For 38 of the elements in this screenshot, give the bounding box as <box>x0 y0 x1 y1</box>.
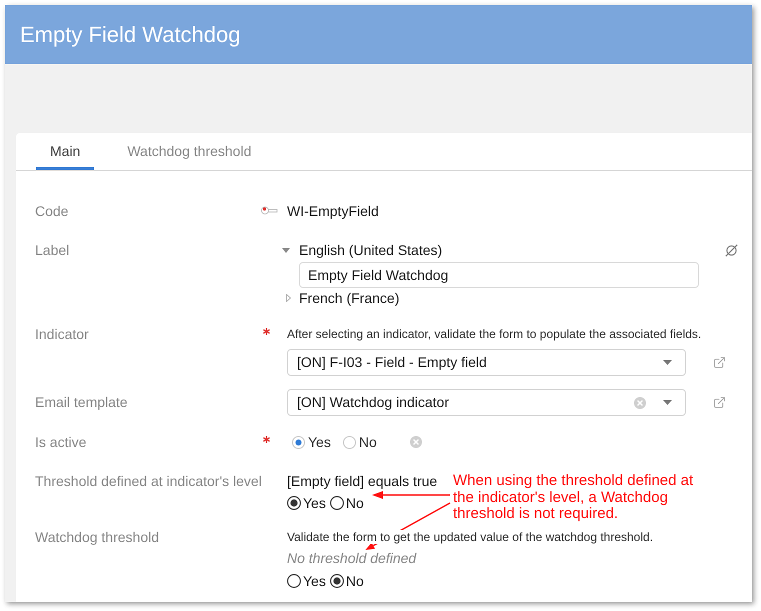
radio-icon[interactable] <box>287 496 301 510</box>
field-label: Threshold defined at indicator's level <box>35 472 262 491</box>
caret-right-icon[interactable] <box>286 294 291 302</box>
radio-option[interactable]: No <box>330 493 364 513</box>
select-field[interactable]: [ON] Watchdog indicator <box>287 389 686 416</box>
empty-set-icon[interactable] <box>725 244 738 257</box>
radio-option[interactable]: Yes <box>292 432 331 452</box>
help-text: Validate the form to get the updated value of the watchdog threshold. <box>287 530 654 544</box>
language-toggle[interactable]: French (France) <box>282 288 400 308</box>
empty-threshold-text: No threshold defined <box>287 551 416 566</box>
field-label: Code <box>35 202 68 221</box>
caret-down-icon[interactable] <box>663 400 672 405</box>
tab[interactable]: Main <box>36 133 94 170</box>
radio-option[interactable]: Yes <box>287 493 326 513</box>
caret-down-icon[interactable] <box>663 360 672 365</box>
help-text: After selecting an indicator, validate the form to populate the associated fields. <box>287 326 702 343</box>
radio-icon[interactable] <box>330 496 344 510</box>
key-icon <box>261 206 278 215</box>
window-title: Empty Field Watchdog <box>20 20 240 48</box>
field-label: Watchdog threshold <box>35 528 159 547</box>
radio-icon[interactable] <box>287 574 301 588</box>
radio-icon[interactable] <box>330 574 344 588</box>
field-label: Label <box>35 241 70 260</box>
caret-down-icon[interactable] <box>282 248 290 252</box>
external-link-icon[interactable] <box>713 356 726 369</box>
code-value: WI-EmptyField <box>287 202 379 221</box>
condition-text: [Empty field] equals true <box>287 472 438 491</box>
field-label: Is active <box>35 433 86 452</box>
annotation-text: When using the threshold defined at the indicator's level, a Watchdog threshold is not required. <box>453 473 694 522</box>
field-label: Email template <box>35 393 128 412</box>
select-field[interactable]: [ON] F-I03 - Field - Empty field <box>287 349 686 376</box>
radio-option[interactable]: No <box>330 571 364 591</box>
radio-option[interactable]: Yes <box>287 571 326 591</box>
language-toggle[interactable]: English (United States) <box>282 240 442 260</box>
label-input[interactable]: Empty Field Watchdog <box>299 262 699 288</box>
field-label: Indicator <box>35 325 89 344</box>
external-link-icon[interactable] <box>713 396 726 409</box>
radio-option[interactable]: No <box>342 432 377 452</box>
